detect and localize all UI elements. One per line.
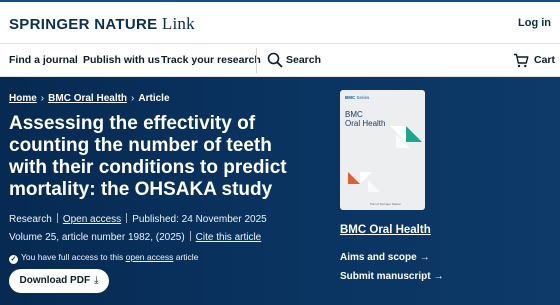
arrow-right-icon: → <box>419 252 430 263</box>
chevron-right-icon: › <box>40 93 45 104</box>
breadcrumb-home[interactable]: Home <box>9 93 37 104</box>
cover-series-label: BMC Series <box>345 95 370 100</box>
meta-divider <box>126 213 128 223</box>
download-arrow-icon: ⤓ <box>94 275 99 286</box>
nav-cart-label[interactable]: Cart <box>534 54 555 66</box>
cover-graphics <box>348 126 422 192</box>
cart-icon[interactable] <box>513 53 529 68</box>
article-title: Assessing the effectivity of counting th… <box>9 113 287 200</box>
search-icon[interactable] <box>267 52 283 68</box>
open-access-link[interactable]: Open access <box>63 214 121 225</box>
nav-search-label[interactable]: Search <box>286 54 321 66</box>
top-bar: SPRINGER NATURE Link Log in <box>0 0 560 44</box>
open-access-inline-link[interactable]: open access <box>126 252 174 262</box>
published-date: Published: 24 November 2025 <box>132 214 267 225</box>
arrow-right-icon: → <box>433 271 444 282</box>
cover-title: BMC Oral Health <box>345 110 386 128</box>
meta-divider <box>56 213 58 223</box>
meta-divider <box>189 231 191 241</box>
check-circle-icon: ✓ <box>9 255 18 264</box>
nav-track-research[interactable]: Track your research <box>161 54 261 66</box>
article-type: Research <box>9 214 52 225</box>
access-note-text: You have full access to this <box>21 252 124 262</box>
breadcrumb-current: Article <box>138 93 170 104</box>
access-notice: ✓ You have full access to this open acces… <box>9 252 198 264</box>
breadcrumb: Home › BMC Oral Health › Article <box>9 93 170 104</box>
journal-name-link[interactable]: BMC Oral Health <box>340 224 431 236</box>
nav-divider <box>256 48 257 73</box>
chevron-right-icon: › <box>131 93 135 104</box>
submit-manuscript-link[interactable]: Submit manuscript → <box>340 271 444 282</box>
access-note-text-end: article <box>175 252 199 262</box>
download-pdf-label: Download PDF <box>19 275 91 286</box>
journal-cover[interactable]: BMC Series BMC Oral Health Part of Spring… <box>340 90 425 210</box>
article-meta-line: Research Open access Published: 24 Novembe… <box>9 213 267 225</box>
article-hero: Home › BMC Oral Health › Article Assessing t… <box>0 77 560 305</box>
download-pdf-button[interactable]: Download PDF ⤓ <box>9 269 109 293</box>
springer-nature-link-logo[interactable]: SPRINGER NATURE Link <box>9 14 195 34</box>
nav-find-journal[interactable]: Find a journal <box>9 54 78 66</box>
aims-and-scope-link[interactable]: Aims and scope → <box>340 252 430 263</box>
article-volume-line: Volume 25, article number 1982, (2025) Ci… <box>9 231 261 243</box>
breadcrumb-journal[interactable]: BMC Oral Health <box>48 93 127 104</box>
nav-publish-with-us[interactable]: Publish with us <box>83 54 160 66</box>
main-nav: Find a journal Publish with us Track you… <box>0 44 560 77</box>
cite-this-article-link[interactable]: Cite this article <box>196 232 262 243</box>
volume-info: Volume 25, article number 1982, (2025) <box>9 232 185 243</box>
login-link[interactable]: Log in <box>518 17 551 29</box>
cover-publisher: Part of Springer Nature <box>370 202 401 206</box>
